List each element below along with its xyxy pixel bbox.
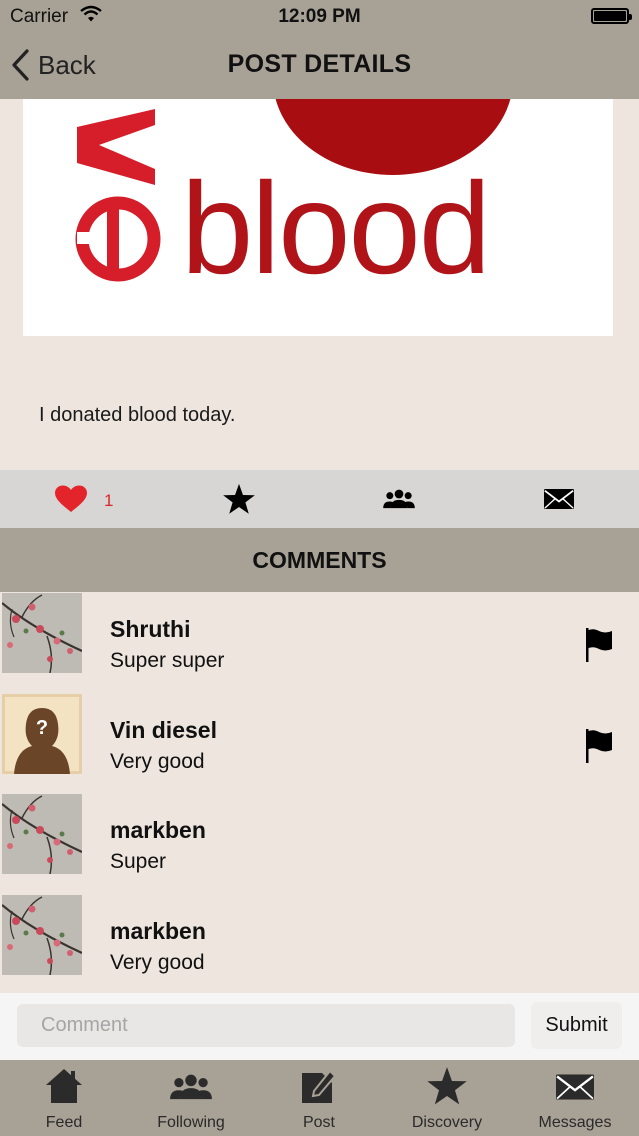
comments-list: Shruthi Super super Vin diesel Very good… [0, 592, 639, 993]
comment-author: Shruthi [110, 616, 191, 642]
flag-icon[interactable] [585, 628, 613, 662]
favorite-button[interactable] [222, 470, 256, 528]
comment-text: Very good [110, 749, 205, 773]
tab-bar: Feed Following Post Discovery Messages [0, 1060, 639, 1136]
tab-following[interactable]: Following [141, 1060, 241, 1136]
envelope-icon [544, 489, 574, 509]
tab-feed[interactable]: Feed [14, 1060, 114, 1136]
top-bar: Carrier 12:09 PM Back POST DETAILS [0, 0, 639, 99]
comment-item: markben Super [0, 793, 639, 894]
star-icon [222, 483, 256, 515]
status-time: 12:09 PM [278, 6, 361, 27]
heart-icon [55, 485, 87, 512]
avatar [2, 794, 82, 874]
like-button[interactable]: 1 [54, 470, 113, 528]
tab-label: Messages [538, 1114, 612, 1131]
comment-input[interactable] [17, 1004, 515, 1047]
tab-label: Discovery [411, 1114, 483, 1131]
avatar [2, 895, 82, 975]
comment-text: Very good [110, 950, 205, 974]
blood-logo-image: blood [23, 99, 613, 336]
avatar [2, 694, 82, 774]
tab-label: Post [302, 1114, 335, 1131]
flag-icon[interactable] [585, 729, 613, 763]
status-bar: Carrier 12:09 PM [0, 0, 639, 32]
like-count: 1 [104, 491, 114, 510]
post-action-bar: 1 [0, 470, 639, 528]
followers-button[interactable] [382, 470, 416, 528]
tab-label: Following [157, 1114, 225, 1131]
tab-post[interactable]: Post [269, 1060, 369, 1136]
comments-header: COMMENTS [0, 528, 639, 592]
avatar [2, 593, 82, 673]
group-icon [169, 1072, 213, 1102]
post-content: blood I donated blood today. [0, 99, 639, 470]
message-button[interactable] [544, 470, 574, 528]
post-image: blood [23, 99, 613, 336]
logo-text: blood [181, 155, 489, 301]
comment-author: markben [110, 817, 206, 843]
page-title: POST DETAILS [227, 50, 412, 78]
star-icon [426, 1066, 468, 1106]
tab-label: Feed [45, 1114, 83, 1131]
post-text: I donated blood today. [39, 404, 236, 426]
comment-item: markben Very good [0, 894, 639, 994]
edit-icon [302, 1069, 337, 1103]
comment-text: Super [110, 850, 167, 873]
comment-author: markben [110, 917, 206, 944]
submit-button[interactable]: Submit [531, 1002, 622, 1049]
tab-messages[interactable]: Messages [525, 1060, 625, 1136]
envelope-icon [556, 1074, 594, 1100]
comment-input-bar: Submit [0, 993, 639, 1060]
battery-icon [591, 8, 632, 24]
comment-author: Vin diesel [110, 716, 217, 743]
comment-item: Vin diesel Very good [0, 693, 639, 794]
home-icon [46, 1069, 82, 1103]
comment-item: Shruthi Super super [0, 592, 639, 693]
comment-text: Super super [110, 649, 225, 672]
group-icon [382, 489, 416, 509]
tab-discovery[interactable]: Discovery [397, 1060, 497, 1136]
